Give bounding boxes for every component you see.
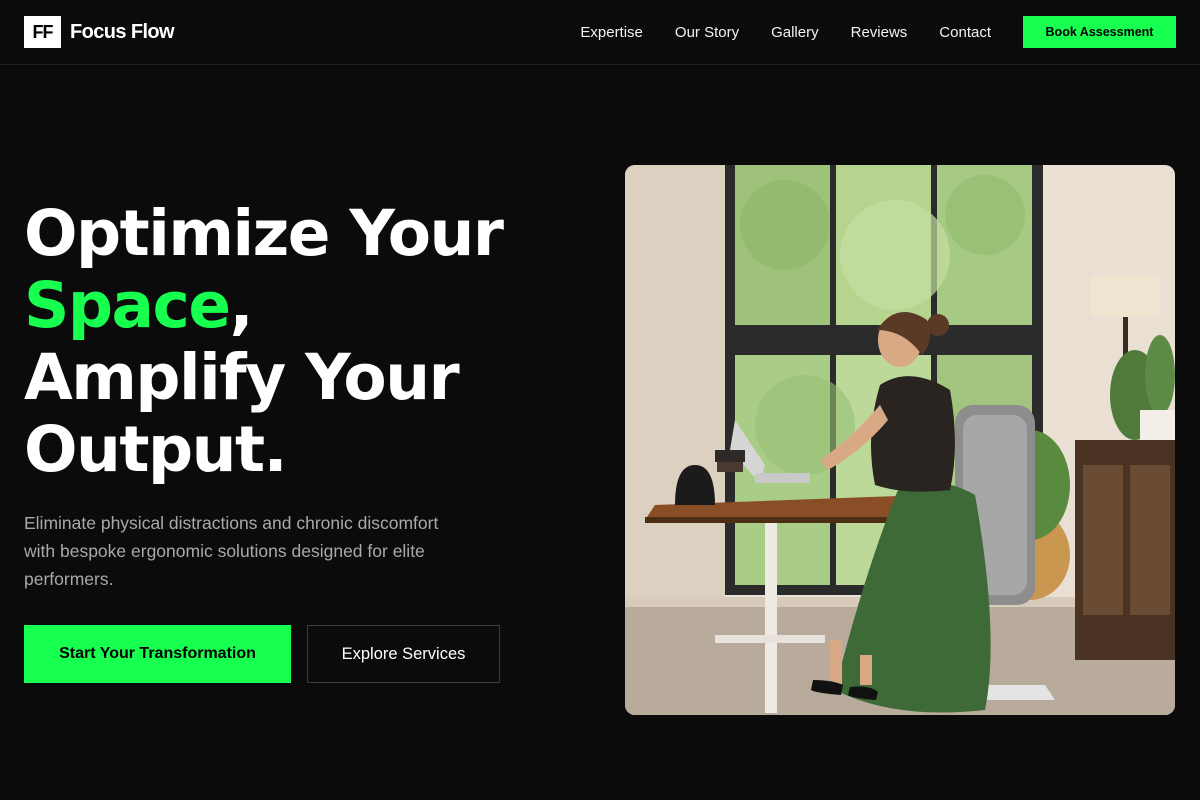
headline-line-1: Optimize Your [24, 197, 504, 270]
hero-image-workspace [625, 165, 1175, 715]
headline-comma: , [229, 269, 254, 342]
start-transformation-button[interactable]: Start Your Transformation [24, 625, 291, 683]
nav-link-gallery[interactable]: Gallery [771, 24, 819, 41]
headline-line-3: Amplify Your [24, 341, 460, 414]
nav-link-expertise[interactable]: Expertise [580, 24, 643, 41]
brand-logo-link[interactable]: FF Focus Flow [24, 16, 175, 48]
hero-subtext: Eliminate physical distractions and chro… [24, 513, 439, 589]
nav-link-our-story[interactable]: Our Story [675, 24, 739, 41]
headline-line-4: Output. [24, 413, 288, 486]
hero-headline: Optimize Your Space, Amplify Your Output… [24, 198, 584, 486]
nav-links: Expertise Our Story Gallery Reviews Cont… [580, 24, 991, 41]
book-assessment-button[interactable]: Book Assessment [1023, 16, 1176, 48]
top-navbar: FF Focus Flow Expertise Our Story Galler… [0, 0, 1200, 65]
explore-services-button[interactable]: Explore Services [307, 625, 500, 683]
brand-name: Focus Flow [70, 20, 175, 43]
headline-accent-word: Space [24, 269, 231, 342]
nav-link-contact[interactable]: Contact [939, 24, 991, 41]
nav-link-reviews[interactable]: Reviews [851, 24, 908, 41]
nav-right: Expertise Our Story Gallery Reviews Cont… [580, 16, 1176, 48]
brand-logo-mark: FF [24, 16, 61, 48]
